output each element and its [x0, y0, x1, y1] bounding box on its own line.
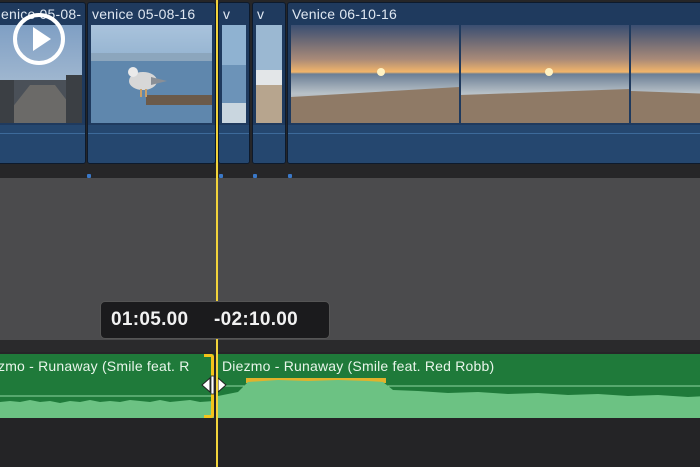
water-thumbnail	[222, 25, 246, 123]
sunset-thumbnail	[291, 25, 459, 123]
audio-waveform	[0, 395, 214, 418]
clip-filmstrip-band	[253, 125, 285, 163]
clip-title: v	[257, 6, 265, 22]
clip-thumbnails	[222, 25, 246, 123]
clip-filmstrip-band	[288, 125, 700, 163]
playhead[interactable]	[216, 0, 218, 467]
video-clip[interactable]: Venice 06-10-16	[287, 2, 700, 164]
timeline[interactable]: enice 05-08- venice 05-08-16 v v Venice …	[0, 0, 700, 467]
ripple-trim-cursor-icon	[201, 375, 227, 395]
clip-thumbnails	[256, 25, 282, 123]
trim-end-timecode: -02:10.00	[214, 309, 299, 330]
sunset-thumbnail	[631, 25, 700, 123]
timeline-footer-area	[0, 418, 700, 467]
trim-timecode-tooltip: 01:05.00 -02:10.00	[100, 301, 330, 339]
clip-thumbnails	[91, 25, 212, 123]
video-clip[interactable]: venice 05-08-16	[87, 2, 216, 164]
audio-clip[interactable]: zmo - Runaway (Smile feat. R	[0, 354, 214, 418]
audio-waveform	[218, 378, 700, 418]
audio-clip[interactable]: Diezmo - Runaway (Smile feat. Red Robb)	[218, 354, 700, 418]
clip-thumbnails	[291, 25, 700, 123]
seagull-thumbnail	[91, 25, 212, 123]
play-circle-icon[interactable]	[12, 12, 66, 66]
trim-start-timecode: 01:05.00	[111, 309, 189, 330]
video-clip[interactable]: v	[218, 2, 250, 164]
audio-clip-title: zmo - Runaway (Smile feat. R	[0, 358, 190, 374]
shore-thumbnail	[256, 25, 282, 123]
clip-filmstrip-band	[88, 125, 215, 163]
clip-title: v	[223, 6, 231, 22]
clip-title: Venice 06-10-16	[292, 6, 397, 22]
video-clip[interactable]: v	[252, 2, 286, 164]
clip-title: venice 05-08-16	[92, 6, 196, 22]
track-divider	[0, 340, 700, 352]
clip-filmstrip-band	[219, 125, 249, 163]
audio-clip-title: Diezmo - Runaway (Smile feat. Red Robb)	[222, 358, 495, 374]
clip-filmstrip-band	[0, 125, 85, 163]
sunset-thumbnail	[461, 25, 629, 123]
